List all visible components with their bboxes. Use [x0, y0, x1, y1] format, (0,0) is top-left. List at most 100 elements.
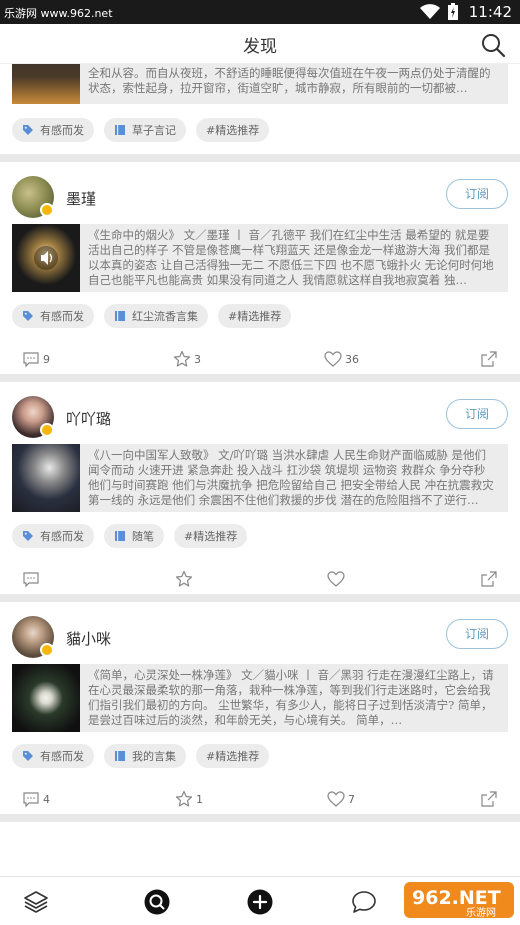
- tag-list: 有感而发 草子言记 #精选推荐: [0, 104, 520, 142]
- quote-preview[interactable]: 《简单，心灵深处一株净莲》 文／貓小咪 丨 音／黑羽 行走在漫漫红尘路上，请在心…: [12, 664, 508, 732]
- like-count: 36: [345, 352, 359, 366]
- comment-button[interactable]: 4: [22, 790, 50, 808]
- heart-icon: [327, 571, 345, 587]
- quote-preview[interactable]: 全和从容。而自从夜班，不舒适的睡眠便得每次值班在午夜一两点仍处于清醒的状态，索性…: [12, 64, 508, 104]
- favorite-count: 1: [196, 792, 203, 806]
- subscribe-button[interactable]: 订阅: [446, 179, 508, 209]
- tag-label: #精选推荐: [206, 750, 260, 763]
- quote-thumbnail: [12, 444, 80, 512]
- star-icon: [173, 350, 191, 367]
- tag-chip[interactable]: #精选推荐: [174, 524, 248, 548]
- favorite-button[interactable]: 3: [173, 350, 201, 368]
- author-name[interactable]: 墨瑾: [66, 188, 96, 209]
- comment-button[interactable]: [22, 570, 43, 588]
- subscribe-button[interactable]: 订阅: [446, 399, 508, 429]
- tag-label: 红尘流香言集: [132, 310, 198, 323]
- author-name[interactable]: 貓小咪: [66, 628, 111, 649]
- status-time: 11:42: [468, 3, 512, 21]
- share-button[interactable]: [480, 570, 498, 588]
- battery-icon: [447, 3, 458, 20]
- tag-label: 有感而发: [40, 124, 84, 137]
- app-header: 发现: [0, 24, 520, 64]
- comment-icon: [23, 572, 39, 588]
- tag-label: #精选推荐: [184, 530, 238, 543]
- search-icon[interactable]: [480, 32, 506, 58]
- quote-thumbnail: [12, 664, 80, 732]
- favorite-count: 3: [194, 352, 201, 366]
- like-count: 7: [348, 792, 355, 806]
- share-button[interactable]: [480, 350, 498, 368]
- feed-card[interactable]: 墨瑾 订阅 《生命中的烟火》 文／墨瑾 丨 音／孔德平 我们在红尘中生活 最希望…: [0, 162, 520, 374]
- quote-text: 《简单，心灵深处一株净莲》 文／貓小咪 丨 音／黑羽 行走在漫漫红尘路上，请在心…: [88, 668, 494, 727]
- verified-badge-icon: [40, 203, 54, 217]
- add-icon[interactable]: [246, 888, 274, 916]
- quote-text: 全和从容。而自从夜班，不舒适的睡眠便得每次值班在午夜一两点仍处于清醒的状态，索性…: [88, 66, 491, 95]
- tag-chip[interactable]: 有感而发: [12, 304, 94, 328]
- tag-chip[interactable]: 红尘流香言集: [104, 304, 208, 328]
- quote-thumbnail: [12, 64, 80, 104]
- quote-preview[interactable]: 《生命中的烟火》 文／墨瑾 丨 音／孔德平 我们在红尘中生活 最希望的 就是要活…: [12, 224, 508, 292]
- tag-chip[interactable]: #精选推荐: [196, 118, 270, 142]
- tag-chip[interactable]: 有感而发: [12, 744, 94, 768]
- comment-count: 4: [43, 792, 50, 806]
- action-bar: [0, 556, 520, 606]
- tag-list: 有感而发 我的言集 #精选推荐: [0, 732, 520, 776]
- tag-icon: [23, 311, 33, 321]
- action-bar: 4 1 7: [0, 776, 520, 826]
- tag-label: 随笔: [132, 530, 154, 543]
- action-bar: 9 3 36: [0, 336, 520, 386]
- feed-card[interactable]: 貓小咪 订阅 《简单，心灵深处一株净莲》 文／貓小咪 丨 音／黑羽 行走在漫漫红…: [0, 602, 520, 814]
- status-icons: 11:42: [419, 2, 512, 22]
- subscribe-button[interactable]: 订阅: [446, 619, 508, 649]
- verified-badge-icon: [40, 643, 54, 657]
- tag-label: 草子言记: [132, 124, 176, 137]
- feed-card[interactable]: 全和从容。而自从夜班，不舒适的睡眠便得每次值班在午夜一两点仍处于清醒的状态，索性…: [0, 64, 520, 184]
- tag-chip[interactable]: 随笔: [104, 524, 164, 548]
- feed-card[interactable]: 吖吖璐 订阅 《八一向中国军人致敬》 文/吖吖璐 当洪水肆虐 人民生命财产面临威…: [0, 382, 520, 594]
- audio-icon: [34, 246, 58, 270]
- status-watermark: 乐游网 www.962.net: [4, 7, 113, 20]
- author-name[interactable]: 吖吖璐: [66, 408, 111, 429]
- feed[interactable]: 全和从容。而自从夜班，不舒适的睡眠便得每次值班在午夜一两点仍处于清醒的状态，索性…: [0, 64, 520, 876]
- share-button[interactable]: [480, 790, 498, 808]
- chat-icon[interactable]: [350, 888, 378, 916]
- book-icon: [115, 125, 125, 135]
- share-icon: [481, 351, 497, 367]
- star-icon: [175, 570, 193, 587]
- tag-chip[interactable]: #精选推荐: [196, 744, 270, 768]
- page-title: 发现: [243, 37, 277, 57]
- tag-chip[interactable]: 有感而发: [12, 118, 94, 142]
- tag-chip[interactable]: 我的言集: [104, 744, 186, 768]
- like-button[interactable]: [327, 570, 348, 588]
- tag-icon: [23, 125, 33, 135]
- heart-icon: [327, 791, 345, 807]
- search-circle-icon[interactable]: [143, 888, 171, 916]
- tag-chip[interactable]: #精选推荐: [218, 304, 292, 328]
- heart-icon: [324, 351, 342, 367]
- watermark-logo: 962.NET 乐游网: [404, 882, 514, 919]
- card-header: 吖吖璐 订阅: [0, 382, 520, 444]
- quote-preview[interactable]: 《八一向中国军人致敬》 文/吖吖璐 当洪水肆虐 人民生命财产面临威胁 是他们闻令…: [12, 444, 508, 512]
- tag-label: #精选推荐: [228, 310, 282, 323]
- tag-chip[interactable]: 草子言记: [104, 118, 186, 142]
- svg-text:962.NET: 962.NET: [412, 887, 501, 909]
- tag-chip[interactable]: 有感而发: [12, 524, 94, 548]
- quote-thumbnail: [12, 224, 80, 292]
- tag-label: 有感而发: [40, 310, 84, 323]
- comment-button[interactable]: 9: [22, 350, 50, 368]
- like-button[interactable]: 7: [327, 790, 355, 808]
- card-header: 墨瑾 订阅: [0, 162, 520, 224]
- quote-text: 《八一向中国军人致敬》 文/吖吖璐 当洪水肆虐 人民生命财产面临威胁 是他们闻令…: [88, 448, 494, 507]
- tag-label: 我的言集: [132, 750, 176, 763]
- layers-icon[interactable]: [22, 888, 50, 916]
- book-icon: [115, 751, 125, 761]
- svg-text:乐游网: 乐游网: [466, 906, 496, 919]
- quote-text: 《生命中的烟火》 文／墨瑾 丨 音／孔德平 我们在红尘中生活 最希望的 就是要活…: [88, 228, 494, 287]
- tag-label: #精选推荐: [206, 124, 260, 137]
- favorite-button[interactable]: [175, 570, 196, 588]
- share-icon: [481, 791, 497, 807]
- card-header: 貓小咪 订阅: [0, 602, 520, 664]
- share-icon: [481, 571, 497, 587]
- like-button[interactable]: 36: [324, 350, 359, 368]
- favorite-button[interactable]: 1: [175, 790, 203, 808]
